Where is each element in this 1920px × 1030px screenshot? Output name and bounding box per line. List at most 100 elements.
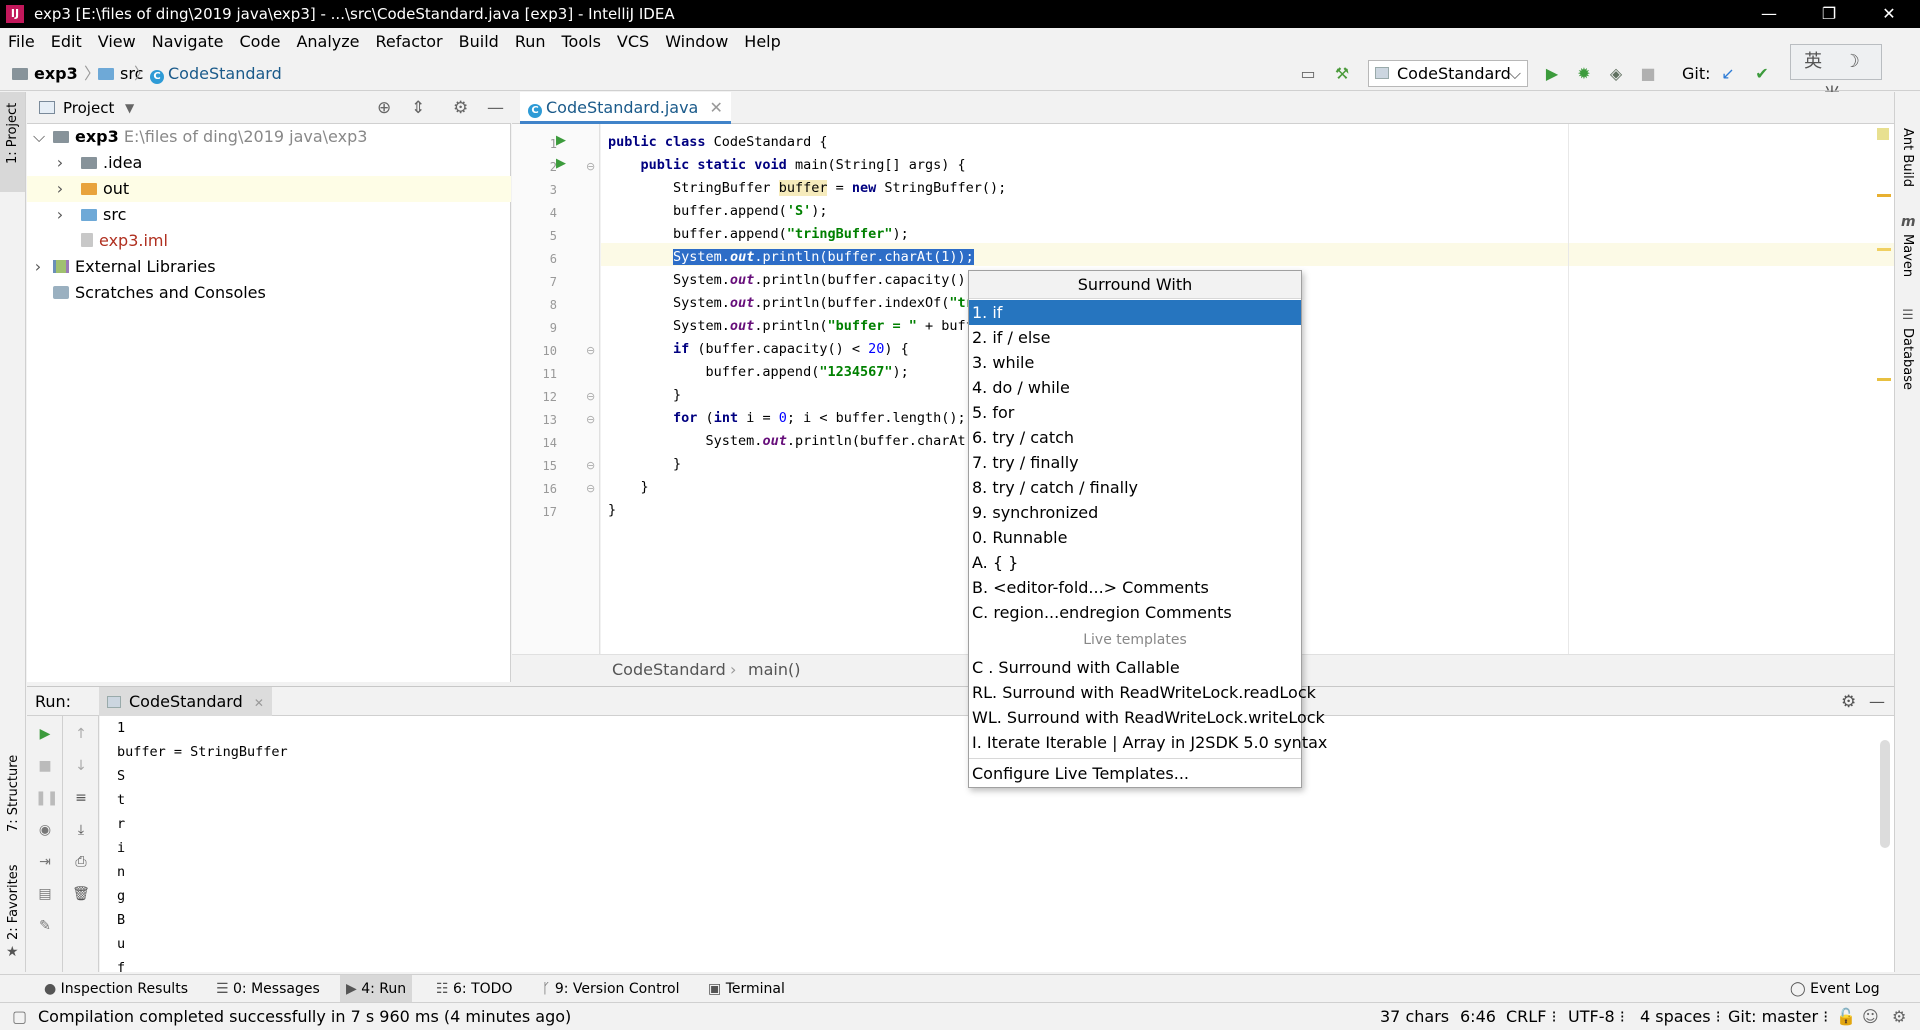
live-template-item[interactable]: RL. Surround with ReadWriteLock.readLock (969, 680, 1316, 705)
layout-icon[interactable]: ▭ (1296, 62, 1320, 86)
surround-item[interactable]: 1. if (969, 300, 1301, 325)
surround-item[interactable]: 4. do / while (969, 375, 1301, 400)
tree-item-external-libraries[interactable]: › External Libraries (27, 254, 511, 280)
menu-window[interactable]: Window (657, 28, 736, 56)
run-play-icon[interactable]: ▶ (1540, 62, 1564, 86)
lock-icon[interactable]: 🔓 (1836, 1003, 1856, 1030)
chevron-right-icon[interactable]: › (55, 150, 65, 176)
print-icon[interactable]: ⎙ (71, 852, 91, 872)
menu-help[interactable]: Help (736, 28, 788, 56)
live-template-item[interactable]: WL. Surround with ReadWriteLock.writeLoc… (969, 705, 1325, 730)
tree-item-exp3[interactable]: ⌵ exp3 E:\files of ding\2019 java\exp3 (27, 124, 511, 150)
tab-messages[interactable]: ☰ 0: Messages (210, 975, 326, 1003)
caret-position[interactable]: 6:46 (1460, 1003, 1496, 1030)
git-branch[interactable]: Git: master ⁝ (1728, 1003, 1828, 1030)
minimize-button[interactable]: — (1740, 0, 1798, 28)
event-log-button[interactable]: ◯ Event Log (1784, 975, 1886, 1003)
menu-refactor[interactable]: Refactor (368, 28, 451, 56)
close-tab-icon[interactable]: ✕ (709, 98, 722, 117)
ant-build-tab[interactable]: Ant Build (1900, 128, 1915, 187)
surround-item[interactable]: 9. synchronized (969, 500, 1301, 525)
breadcrumb-class[interactable]: CodeStandard (612, 655, 726, 685)
close-window-button[interactable]: ✕ (1860, 0, 1918, 28)
surround-item[interactable]: 0. Runnable (969, 525, 1301, 550)
menu-edit[interactable]: Edit (43, 28, 90, 56)
fold-icon[interactable]: ⊖ (586, 344, 595, 357)
live-template-item[interactable]: C . Surround with Callable (969, 655, 1301, 680)
maven-tab[interactable]: Maven (1900, 234, 1915, 277)
tree-item-idea[interactable]: › .idea (27, 150, 511, 176)
rerun-icon[interactable]: ▶ (35, 724, 55, 744)
chevron-down-icon[interactable]: ▼ (125, 92, 134, 124)
chevron-down-icon[interactable]: ⌵ (33, 124, 45, 150)
error-stripe-mark[interactable] (1877, 378, 1891, 381)
menu-analyze[interactable]: Analyze (288, 28, 367, 56)
line-separator[interactable]: CRLF ⁝ (1506, 1003, 1557, 1030)
run-config-select[interactable]: CodeStandard ⌵ (1368, 60, 1528, 87)
scroll-to-end-icon[interactable]: ⤓ (71, 820, 91, 840)
collapse-all-icon[interactable]: ⇕ (411, 92, 425, 124)
run-tab[interactable]: CodeStandard ✕ (99, 687, 272, 716)
memory-icon[interactable]: ⚙ (1892, 1003, 1906, 1030)
trash-icon[interactable]: 🗑 (71, 884, 91, 904)
tree-item-exp3-iml[interactable]: exp3.iml (27, 228, 511, 254)
configure-live-templates[interactable]: Configure Live Templates... (969, 761, 1301, 786)
camera-icon[interactable]: ◉ (35, 820, 55, 840)
pin-icon[interactable]: ✎ (35, 916, 55, 936)
tab-version-control[interactable]: ᚴ 9: Version Control (536, 975, 685, 1003)
tree-item-src[interactable]: › src (27, 202, 511, 228)
surround-item[interactable]: 7. try / finally (969, 450, 1301, 475)
locate-crosshair-icon[interactable]: ⊕ (377, 92, 391, 124)
stop-icon[interactable]: ■ (35, 756, 55, 776)
coverage-icon[interactable]: ◈ (1604, 62, 1628, 86)
restore-button[interactable]: ❐ (1800, 0, 1858, 28)
chevron-right-icon[interactable]: › (55, 176, 65, 202)
debug-bug-icon[interactable]: ✹ (1572, 62, 1596, 86)
tree-item-scratches[interactable]: Scratches and Consoles (27, 280, 511, 306)
git-commit-icon[interactable]: ✔ (1750, 62, 1774, 86)
close-tab-icon[interactable]: ✕ (254, 696, 264, 710)
database-tab[interactable]: Database (1900, 328, 1915, 390)
chevron-right-icon[interactable]: › (33, 254, 43, 280)
file-encoding[interactable]: UTF-8 ⁝ (1568, 1003, 1625, 1030)
favorites-tab[interactable]: 2: Favorites (6, 864, 21, 940)
fold-icon[interactable]: ⊖ (586, 160, 595, 173)
minimize-panel-icon[interactable]: — (1869, 687, 1885, 717)
layout-icon[interactable]: ▤ (35, 884, 55, 904)
menu-build[interactable]: Build (451, 28, 507, 56)
menu-view[interactable]: View (90, 28, 144, 56)
project-tool-tab[interactable]: 1: Project (0, 92, 25, 192)
gear-icon[interactable]: ⚙ (1841, 687, 1856, 717)
arrow-up-icon[interactable]: ↑ (71, 724, 91, 744)
menu-tools[interactable]: Tools (554, 28, 609, 56)
tab-inspection-results[interactable]: ● Inspection Results (38, 975, 194, 1003)
structure-tab[interactable]: 7: Structure (6, 755, 21, 832)
login-icon[interactable]: ⇥ (35, 852, 55, 872)
fold-icon[interactable]: ⊖ (586, 482, 595, 495)
tab-todo[interactable]: ☷ 6: TODO (430, 975, 518, 1003)
surround-item[interactable]: 8. try / catch / finally (969, 475, 1301, 500)
error-stripe-mark[interactable] (1877, 194, 1891, 197)
arrow-down-icon[interactable]: ↓ (71, 756, 91, 776)
chevron-right-icon[interactable]: › (55, 202, 65, 228)
minimize-panel-icon[interactable]: — (487, 92, 504, 124)
surround-item[interactable]: 6. try / catch (969, 425, 1301, 450)
gear-icon[interactable]: ⚙ (453, 92, 468, 124)
menu-run[interactable]: Run (507, 28, 554, 56)
console-scrollbar[interactable] (1880, 740, 1890, 848)
pause-icon[interactable]: ❚❚ (35, 788, 58, 808)
build-hammer-icon[interactable]: ⚒ (1330, 62, 1354, 86)
menu-vcs[interactable]: VCS (609, 28, 657, 56)
live-template-item[interactable]: I. Iterate Iterable | Array in J2SDK 5.0… (969, 730, 1327, 755)
inspector-icon[interactable]: ☺ (1862, 1003, 1879, 1030)
surround-item[interactable]: C. region...endregion Comments (969, 600, 1301, 625)
soft-wrap-icon[interactable]: ≡ (71, 788, 91, 808)
menu-code[interactable]: Code (232, 28, 289, 56)
breadcrumb-project[interactable]: exp3 (12, 56, 78, 91)
tab-run[interactable]: ▶ 4: Run (340, 975, 413, 1003)
stop-icon[interactable]: ■ (1636, 62, 1660, 86)
status-window-icon[interactable]: ▢ (12, 1003, 27, 1030)
tab-terminal[interactable]: ▣ Terminal (702, 975, 791, 1003)
menu-file[interactable]: File (0, 28, 43, 56)
fold-icon[interactable]: ⊖ (586, 390, 595, 403)
